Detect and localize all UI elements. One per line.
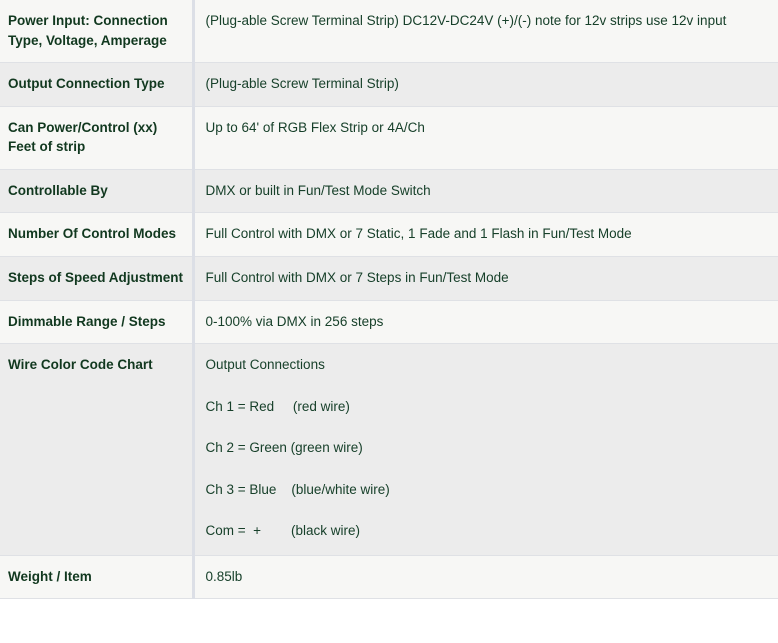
spec-label-power-input: Power Input: Connection Type, Voltage, A… [0,0,195,63]
spec-value-weight-per-item: 0.85lb [193,555,778,599]
spec-value-power-input: (Plug-able Screw Terminal Strip) DC12V-D… [193,0,778,63]
table-row: Steps of Speed Adjustment Full Control w… [0,256,778,300]
spec-value-steps-of-speed-adjustment: Full Control with DMX or 7 Steps in Fun/… [193,256,778,300]
specifications-table: Power Input: Connection Type, Voltage, A… [0,0,778,599]
spec-label-number-of-control-modes: Number Of Control Modes [0,212,195,257]
wire-chart-line-ch1: Ch 1 = Red (red wire) [205,398,350,414]
table-row: Wire Color Code Chart Output Connections… [0,343,778,556]
spec-label-can-power-control-feet: Can Power/Control (xx) Feet of strip [0,106,195,170]
table-row: Dimmable Range / Steps 0-100% via DMX in… [0,300,778,344]
specifications-table-body: Power Input: Connection Type, Voltage, A… [0,0,778,599]
spec-label-steps-of-speed-adjustment: Steps of Speed Adjustment [0,256,195,300]
spec-label-dimmable-range-steps: Dimmable Range / Steps [0,300,195,344]
wire-chart-line-ch3: Ch 3 = Blue (blue/white wire) [205,481,390,497]
spec-value-controllable-by: DMX or built in Fun/Test Mode Switch [193,169,778,213]
spec-value-can-power-control-feet: Up to 64' of RGB Flex Strip or 4A/Ch [193,106,778,170]
spec-label-output-connection-type: Output Connection Type [0,62,195,107]
spec-value-output-connection-type: (Plug-able Screw Terminal Strip) [193,62,778,107]
table-row: Output Connection Type (Plug-able Screw … [0,62,778,107]
wire-chart-line-ch2: Ch 2 = Green (green wire) [205,440,363,456]
table-row: Weight / Item 0.85lb [0,555,778,599]
wire-chart-line-com: Com = + (black wire) [205,523,361,539]
table-row: Can Power/Control (xx) Feet of strip Up … [0,106,778,170]
wire-chart-heading: Output Connections [205,357,325,373]
table-row: Power Input: Connection Type, Voltage, A… [0,0,778,63]
spec-label-weight-per-item: Weight / Item [0,555,195,599]
spec-value-dimmable-range-steps: 0-100% via DMX in 256 steps [193,300,778,344]
spec-label-controllable-by: Controllable By [0,169,195,213]
table-row: Number Of Control Modes Full Control wit… [0,212,778,257]
spec-value-wire-color-code-chart: Output Connections Ch 1 = Red (red wire)… [193,343,778,556]
table-row: Controllable By DMX or built in Fun/Test… [0,169,778,213]
spec-label-wire-color-code-chart: Wire Color Code Chart [0,343,195,556]
spec-value-number-of-control-modes: Full Control with DMX or 7 Static, 1 Fad… [193,212,778,257]
